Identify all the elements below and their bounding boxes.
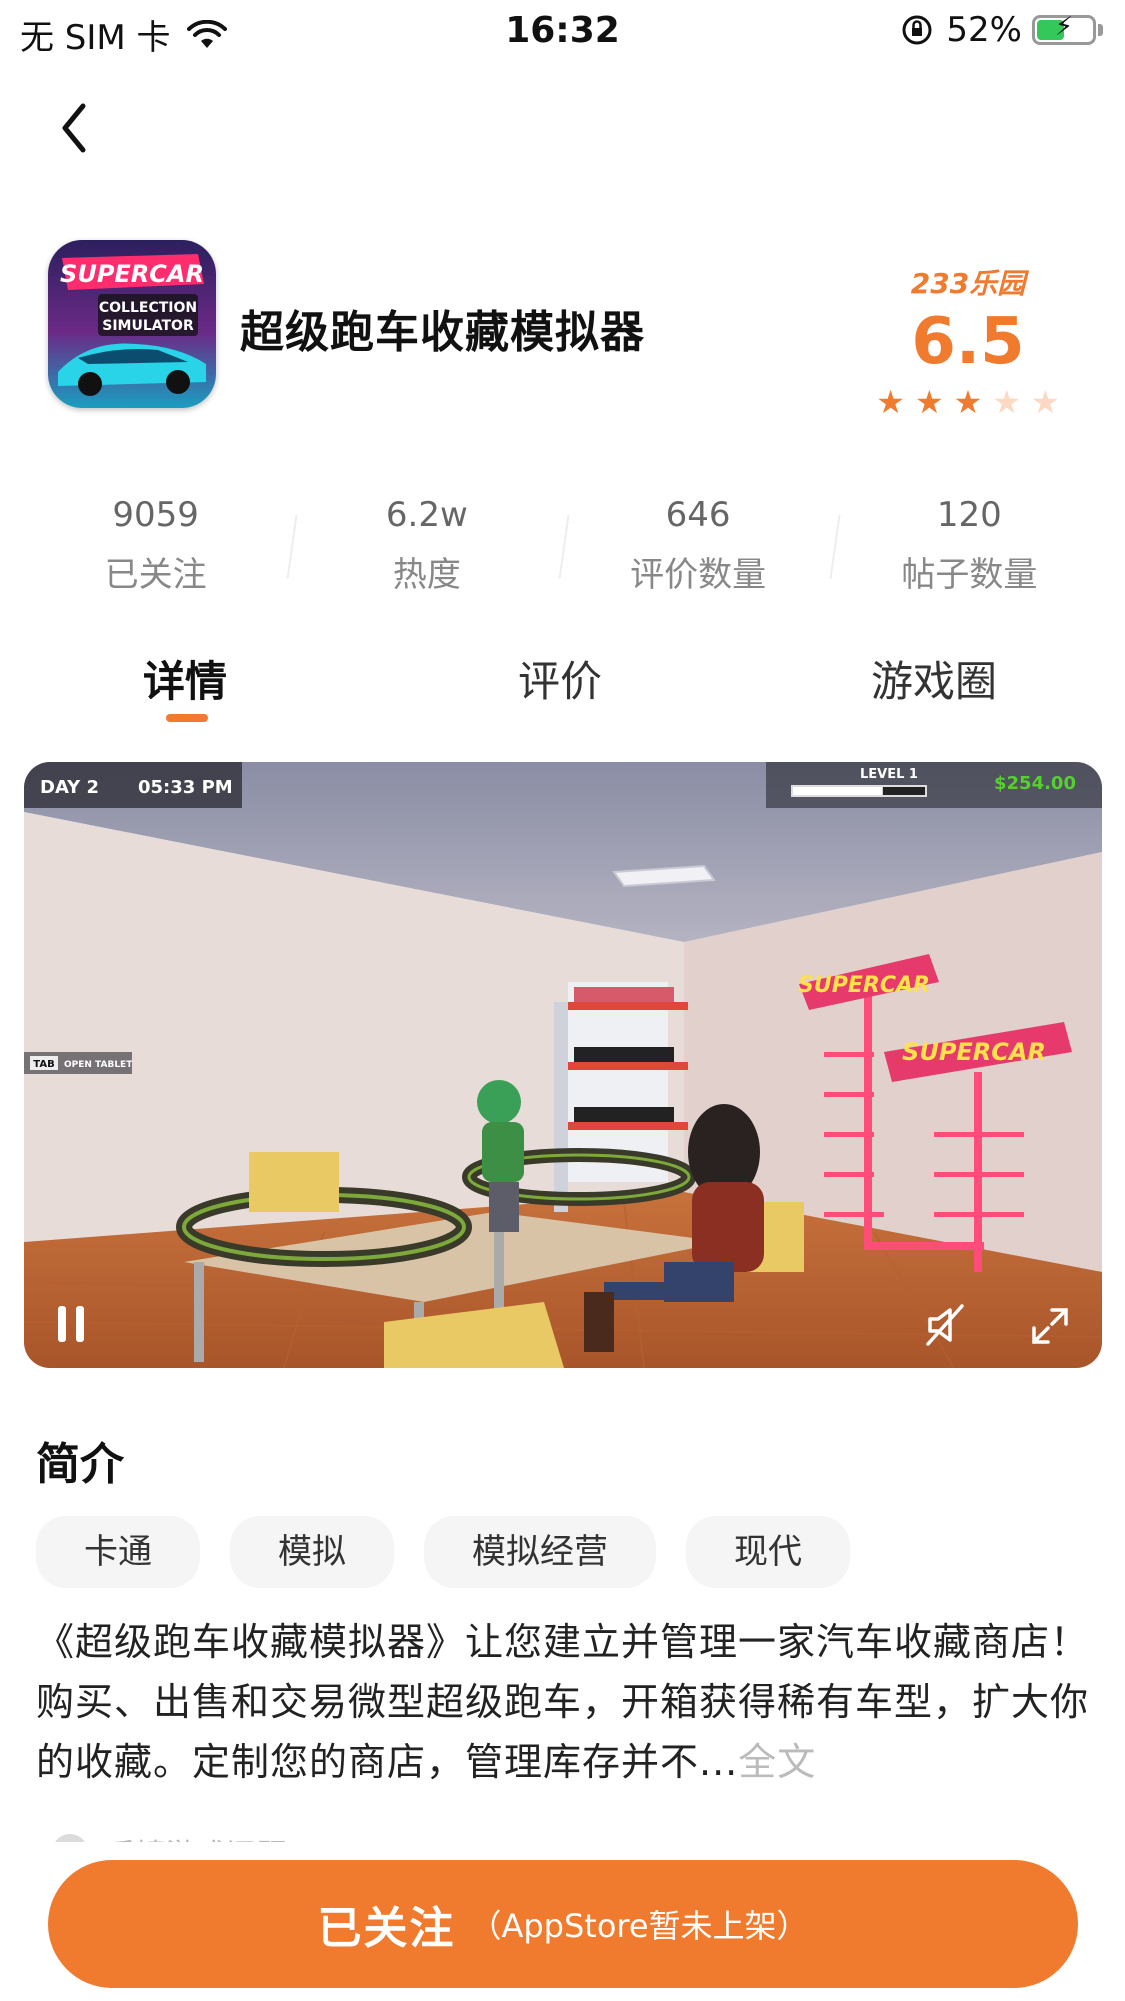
hud-day: DAY 2 [40, 777, 99, 798]
sign-text: SUPERCAR [798, 973, 930, 998]
tag-list: 卡通 模拟 模拟经营 现代 [36, 1516, 850, 1588]
tab-reviews[interactable]: 评价 [518, 648, 602, 709]
stat-value: 646 [665, 495, 731, 535]
app-icon: SUPERCAR COLLECTION SIMULATOR [48, 240, 216, 408]
stat-label: 热度 [392, 555, 461, 595]
stat-reviews[interactable]: 646 评价数量 [563, 495, 834, 596]
fullscreen-icon [1032, 1308, 1068, 1344]
follow-button[interactable]: 已关注 （AppStore暂未上架） [48, 1860, 1078, 1988]
stat-value: 9059 [112, 495, 199, 535]
video-player[interactable]: SUPERCAR SUPERCAR DAY 2 05:33 PM LEVEL 1… [24, 762, 1102, 1368]
level-progress-bar [793, 787, 883, 795]
hud-tab-key: TAB [33, 1059, 54, 1070]
stats-row: 9059 已关注 6.2w 热度 646 评价数量 120 帖子数量 [20, 495, 1105, 596]
star-icon: ★ [953, 383, 983, 421]
video-frame: SUPERCAR SUPERCAR DAY 2 05:33 PM LEVEL 1… [24, 762, 1102, 1368]
app-title: 超级跑车收藏模拟器 [240, 307, 645, 358]
stat-label: 已关注 [104, 555, 207, 595]
icon-subtitle-text-2: SIMULATOR [102, 318, 194, 334]
hud-time: 05:33 PM [138, 777, 233, 798]
speaker-muted-icon [926, 1304, 964, 1346]
stat-label: 评价数量 [630, 555, 767, 595]
stat-followers: 9059 已关注 [20, 495, 291, 596]
follow-button-note: （AppStore暂未上架） [469, 1907, 809, 1945]
hud-tab-text: OPEN TABLET [64, 1060, 133, 1070]
star-icon: ★ [876, 383, 905, 421]
fullscreen-button[interactable] [1030, 1306, 1070, 1346]
rating-score: 6.5 [911, 305, 1025, 379]
mute-button[interactable] [922, 1302, 968, 1348]
tag-management-sim[interactable]: 模拟经营 [424, 1516, 656, 1588]
chevron-left-icon [62, 103, 86, 153]
pause-icon [58, 1306, 84, 1342]
pause-button[interactable] [54, 1302, 90, 1346]
tag-cartoon[interactable]: 卡通 [36, 1516, 200, 1588]
status-bar: 无 SIM 卡 16:32 52% ⚡ [0, 0, 1125, 64]
rating-brand-number: 233 [910, 267, 970, 300]
rating-brand-name: 乐园 [969, 267, 1026, 300]
rating-brand: 233乐园 [873, 262, 1063, 302]
stat-popularity: 6.2w 热度 [291, 495, 562, 596]
orientation-lock-icon [902, 15, 932, 45]
stat-value: 120 [936, 495, 1002, 535]
hud-level: LEVEL 1 [860, 767, 918, 782]
status-right: 52% ⚡ [900, 10, 1103, 50]
tab-game-circle[interactable]: 游戏圈 [871, 648, 997, 709]
star-icon: ★ [1031, 383, 1060, 421]
icon-title-text: SUPERCAR [60, 260, 204, 288]
follow-button-label: 已关注 [317, 1903, 456, 1954]
back-button[interactable] [55, 98, 105, 158]
stat-posts[interactable]: 120 帖子数量 [834, 495, 1105, 596]
battery-charging-icon: ⚡ [1032, 12, 1096, 45]
tab-details[interactable]: 详情 [143, 648, 227, 709]
battery-percent: 52% [946, 10, 1022, 50]
rating-box[interactable]: 233乐园 6.5 ★ ★ ★ ★ ★ [873, 262, 1063, 418]
tab-bar: 详情 评价 游戏圈 [0, 648, 1125, 728]
hud-money: $254.00 [994, 773, 1076, 794]
icon-subtitle-text: COLLECTION [99, 300, 197, 316]
star-icon: ★ [992, 383, 1022, 421]
tag-simulation[interactable]: 模拟 [230, 1516, 394, 1588]
tag-modern[interactable]: 现代 [686, 1516, 850, 1588]
description: 《超级跑车收藏模拟器》让您建立并管理一家汽车收藏商店！购买、出售和交易微型超级跑… [36, 1612, 1090, 1792]
intro-title: 简介 [36, 1439, 124, 1490]
stat-value: 6.2w [385, 495, 468, 535]
sign-text-2: SUPERCAR [902, 1038, 1046, 1066]
expand-full-text-link[interactable]: 全文 [738, 1740, 816, 1784]
rating-stars: ★ ★ ★ ★ ★ [873, 386, 1063, 418]
stat-label: 帖子数量 [901, 555, 1038, 595]
active-tab-indicator [166, 714, 208, 722]
star-icon: ★ [914, 383, 944, 421]
description-text: 《超级跑车收藏模拟器》让您建立并管理一家汽车收藏商店！购买、出售和交易微型超级跑… [36, 1620, 1090, 1784]
